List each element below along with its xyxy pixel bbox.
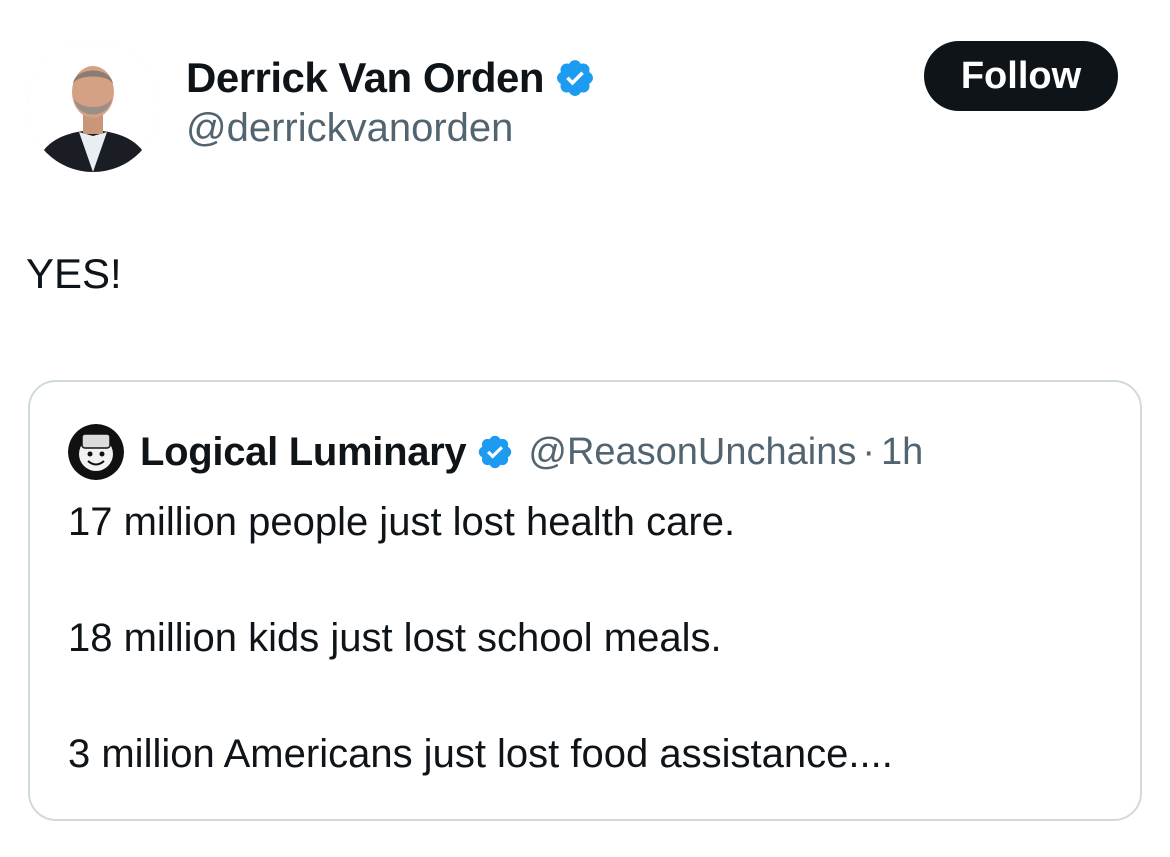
quoted-author-handle[interactable]: @ReasonUnchains xyxy=(528,431,856,474)
author-handle[interactable]: @derrickvanorden xyxy=(186,106,513,151)
quoted-author-display-name[interactable]: Logical Luminary xyxy=(140,430,467,475)
quoted-tweet-card[interactable]: Logical Luminary @ReasonUnchains · 1h 17… xyxy=(28,380,1142,821)
quoted-author-avatar[interactable] xyxy=(68,424,124,480)
author-display-name[interactable]: Derrick Van Orden xyxy=(186,54,545,102)
verified-badge-icon[interactable] xyxy=(554,57,596,99)
cartoon-face-avatar-icon xyxy=(68,424,124,480)
quoted-tweet-timestamp[interactable]: 1h xyxy=(881,431,923,474)
quoted-tweet-line: 18 million kids just lost school meals. xyxy=(68,616,722,660)
follow-button[interactable]: Follow xyxy=(924,41,1118,111)
tweet-text: YES! xyxy=(26,250,122,297)
author-avatar[interactable] xyxy=(27,40,159,172)
separator-dot: · xyxy=(862,430,876,473)
profile-photo-icon xyxy=(27,40,159,172)
quoted-tweet-line: 17 million people just lost health care. xyxy=(68,500,736,544)
verified-badge-icon[interactable] xyxy=(476,433,514,471)
author-name-row: Derrick Van Orden xyxy=(186,50,596,106)
quoted-tweet-header: Logical Luminary @ReasonUnchains · 1h xyxy=(68,424,923,480)
quoted-tweet-line: 3 million Americans just lost food assis… xyxy=(68,732,893,776)
